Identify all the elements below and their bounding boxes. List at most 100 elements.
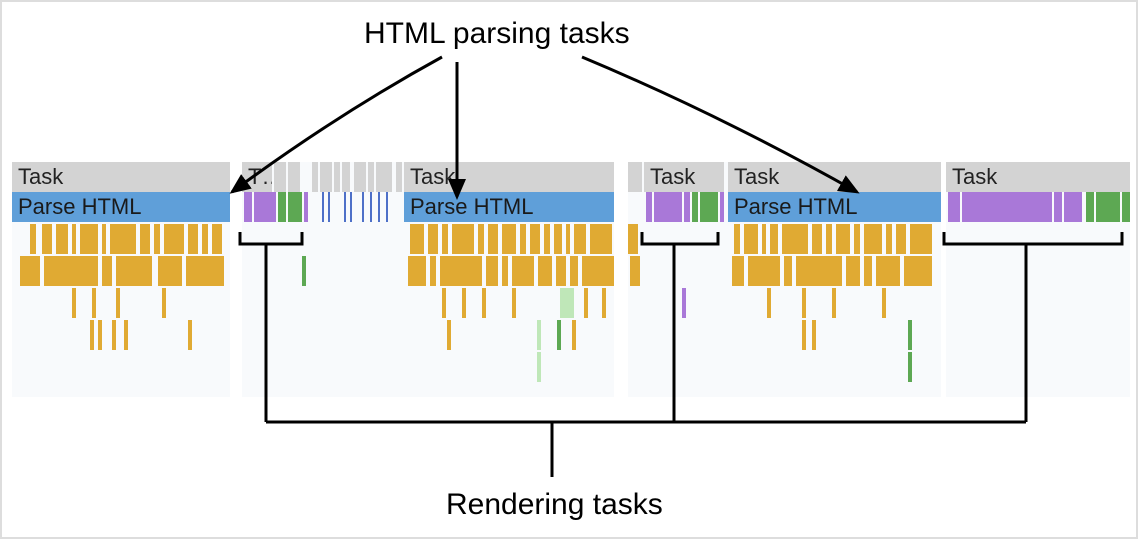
task-sliver (280, 162, 286, 192)
thin-detail-bar (328, 192, 330, 222)
task-row: TaskT…TaskTaskTaskTask (12, 162, 1130, 192)
label-html-parsing-tasks: HTML parsing tasks (364, 17, 630, 51)
task-sliver (294, 162, 300, 192)
subtask-bar (158, 256, 182, 286)
subtask-bar (452, 224, 474, 254)
render-detail-bar (692, 192, 698, 222)
subtask-bar (734, 224, 740, 254)
subtask-bar (882, 288, 886, 318)
subtask-bar-misc (557, 320, 561, 350)
render-detail-bar (244, 192, 252, 222)
render-detail-bar (700, 192, 718, 222)
render-detail-bar (288, 192, 302, 222)
subtask-bar-misc (560, 288, 574, 318)
render-detail-bar (948, 192, 960, 222)
subtask-bar (520, 224, 526, 254)
subtask-bar (802, 288, 806, 318)
subtask-bar (72, 224, 76, 254)
subtask-bar (864, 256, 872, 286)
thin-detail-bar (344, 192, 346, 222)
subtask-bar (784, 256, 792, 286)
subtask-row-3 (12, 288, 1130, 318)
subtask-bar (832, 288, 836, 318)
subtask-bar (430, 256, 436, 286)
render-detail-bar (654, 192, 682, 222)
render-detail-bar (1096, 192, 1120, 222)
task-sliver (368, 162, 374, 192)
subtask-bar (864, 224, 882, 254)
subtask-bar (44, 256, 98, 286)
parse-row: Parse HTMLParse HTMLParse HTML (12, 192, 1130, 222)
subtask-bar-misc (682, 288, 686, 318)
thin-detail-bar (386, 192, 388, 222)
subtask-bar (630, 256, 640, 286)
subtask-bar (876, 256, 900, 286)
subtask-bar (530, 224, 540, 254)
subtask-bar (478, 224, 484, 254)
subtask-bar (42, 224, 52, 254)
render-detail-bar (684, 192, 690, 222)
task-block: T… (242, 162, 272, 192)
subtask-bar (590, 224, 612, 254)
gap-frame (614, 156, 628, 401)
subtask-bar (212, 224, 222, 254)
subtask-bar (566, 224, 570, 254)
subtask-bar (202, 224, 208, 254)
render-detail-bar (720, 192, 724, 222)
subtask-bar (762, 224, 766, 254)
subtask-bar (556, 256, 566, 286)
subtask-bar (80, 224, 98, 254)
task-sliver (334, 162, 340, 192)
subtask-bar (20, 256, 40, 286)
subtask-bar-misc (908, 320, 912, 350)
subtask-bar (886, 224, 892, 254)
subtask-bar (30, 224, 36, 254)
subtask-bar (188, 320, 192, 350)
subtask-bar (584, 288, 588, 318)
subtask-bar (502, 256, 508, 286)
subtask-bar (428, 224, 438, 254)
subtask-bar (442, 224, 448, 254)
subtask-bar (512, 256, 534, 286)
subtask-bar (602, 288, 606, 318)
subtask-row-2 (12, 256, 1130, 286)
subtask-bar (116, 288, 120, 318)
subtask-bar (628, 224, 638, 254)
subtask-bar (554, 224, 562, 254)
subtask-bar (56, 224, 68, 254)
subtask-bar (442, 288, 446, 318)
render-detail-bar (278, 192, 286, 222)
subtask-bar (836, 224, 850, 254)
diagram-frame: { "labels": { "top": "HTML parsing tasks… (0, 0, 1138, 539)
subtask-bar (544, 224, 550, 254)
subtask-bar-misc (537, 320, 541, 350)
parse-html-block: Parse HTML (728, 192, 941, 222)
subtask-bar (748, 256, 780, 286)
subtask-bar (124, 320, 128, 350)
subtask-bar (116, 256, 152, 286)
subtask-row-4 (12, 320, 1130, 350)
subtask-bar (732, 256, 744, 286)
subtask-bar (98, 320, 102, 350)
subtask-bar (154, 224, 160, 254)
subtask-bar (486, 256, 498, 286)
subtask-bar (570, 256, 578, 286)
subtask-bar (574, 224, 586, 254)
task-sliver (312, 162, 318, 192)
task-block: Task (946, 162, 1130, 192)
thin-detail-bar (378, 192, 380, 222)
thin-detail-bar (362, 192, 364, 222)
task-sliver (320, 162, 332, 192)
subtask-bar-misc (537, 352, 541, 382)
render-detail-bar (254, 192, 276, 222)
subtask-bar-misc (908, 352, 912, 382)
parse-html-block: Parse HTML (404, 192, 614, 222)
task-block: Task (728, 162, 941, 192)
subtask-bar (462, 288, 466, 318)
subtask-bar (572, 320, 576, 350)
thin-detail-bar (322, 192, 324, 222)
subtask-bar (186, 256, 224, 286)
render-detail-bar (1086, 192, 1094, 222)
render-detail-bar (1064, 192, 1082, 222)
subtask-bar (812, 224, 822, 254)
